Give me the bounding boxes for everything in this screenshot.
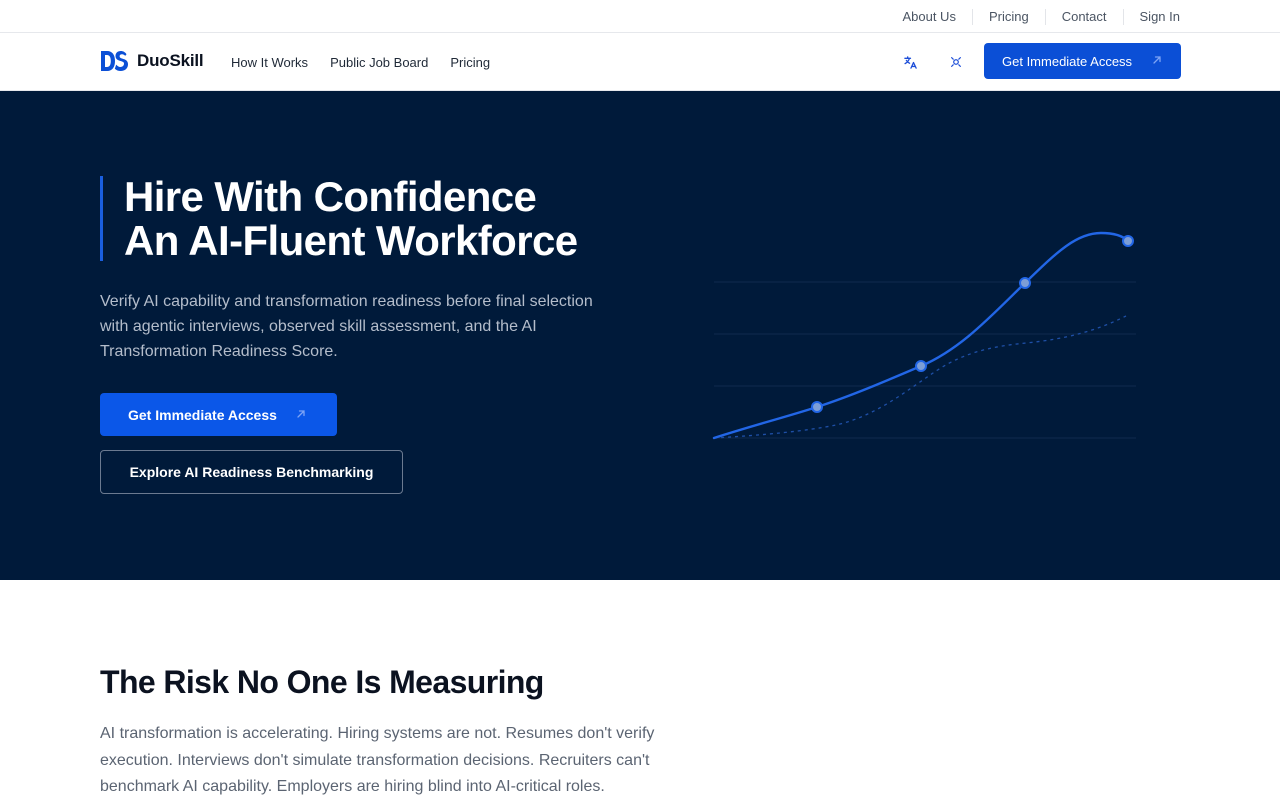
graph-main-curve	[712, 231, 1130, 440]
graph-gridlines	[714, 281, 1136, 439]
ds-logo-icon	[101, 51, 128, 71]
header-get-access-button[interactable]: Get Immediate Access	[984, 43, 1181, 79]
hero-title: Hire With Confidence An AI-Fluent Workfo…	[124, 173, 578, 264]
pricing-link[interactable]: Pricing	[450, 55, 490, 70]
sign-in-link[interactable]: Sign In	[1122, 8, 1180, 25]
graph-point	[811, 401, 823, 413]
growth-curve-illustration	[712, 231, 1136, 440]
utility-pricing-link[interactable]: Pricing	[971, 8, 1045, 25]
utility-bar: About Us Pricing Contact Sign In	[0, 0, 1280, 33]
risk-body: AI transformation is accelerating. Hirin…	[100, 725, 655, 795]
hero-get-access-button[interactable]: Get Immediate Access	[100, 393, 337, 436]
primary-nav: How It Works Public Job Board Pricing	[231, 33, 512, 91]
translate-icon[interactable]	[901, 53, 919, 71]
graph-point	[1019, 277, 1031, 289]
header-cta-label: Get Immediate Access	[1002, 53, 1133, 69]
theme-toggle-icon[interactable]	[947, 53, 965, 71]
arrow-up-right-icon	[1153, 56, 1161, 64]
contact-link[interactable]: Contact	[1044, 8, 1123, 25]
public-job-board-link[interactable]: Public Job Board	[330, 55, 428, 70]
arrow-up-right-icon	[297, 410, 305, 418]
logo[interactable]: DuoSkill	[100, 50, 204, 72]
utility-nav: About Us Pricing Contact Sign In	[886, 0, 1180, 33]
hero-title-line-2: An AI-Fluent Workforce	[124, 217, 578, 264]
logo-text: DuoSkill	[137, 51, 204, 70]
hero-section: Hire With Confidence An AI-Fluent Workfo…	[0, 91, 1280, 580]
hero-title-line-1: Hire With Confidence	[124, 173, 537, 220]
explore-benchmarking-button[interactable]: Explore AI Readiness Benchmarking	[100, 450, 403, 494]
hero-cta-label: Get Immediate Access	[128, 406, 277, 423]
graph-point	[1122, 235, 1134, 247]
how-it-works-link[interactable]: How It Works	[231, 55, 308, 70]
risk-title: The Risk No One Is Measuring	[100, 664, 544, 700]
hero-subtitle: Verify AI capability and transformation …	[100, 293, 593, 360]
hero-accent-bar	[100, 176, 103, 261]
main-header: DuoSkill How It Works Public Job Board P…	[0, 33, 1280, 91]
graph-point	[915, 360, 927, 372]
about-us-link[interactable]: About Us	[886, 9, 971, 25]
